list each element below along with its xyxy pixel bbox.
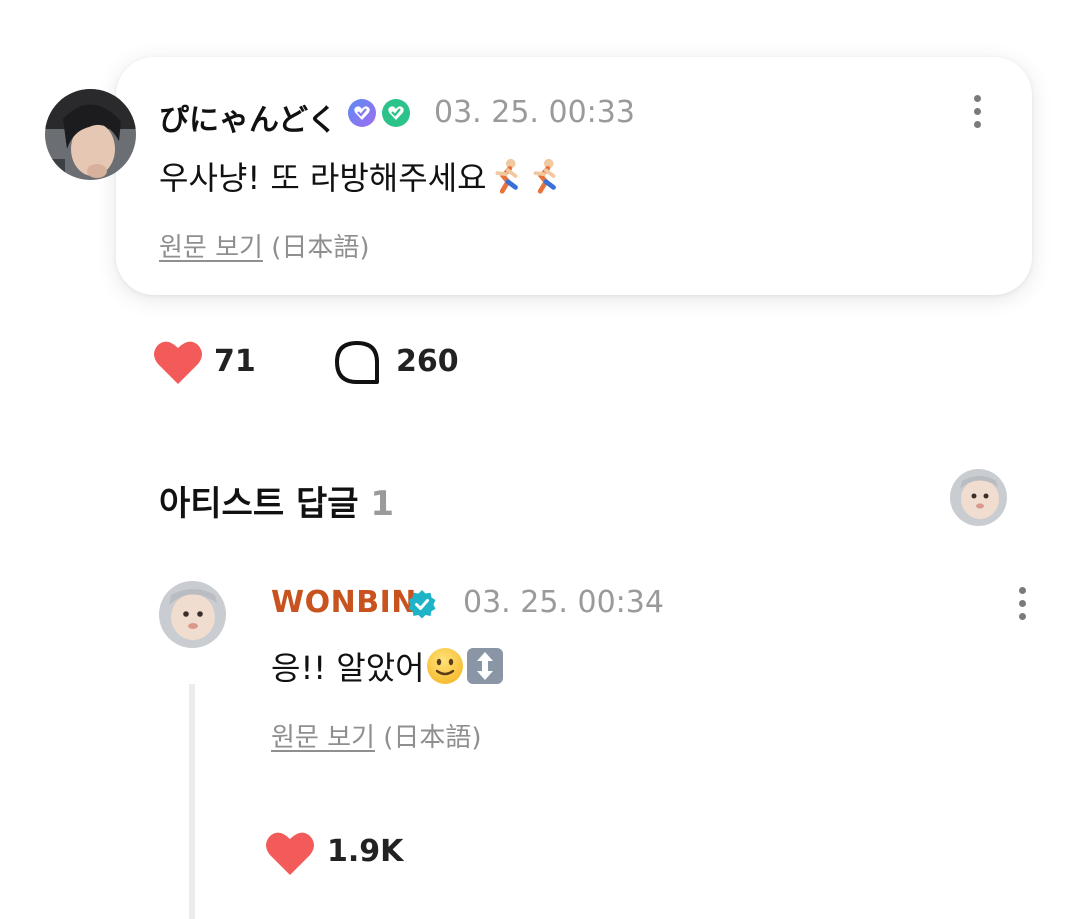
reply-author-name[interactable]: WONBIN (271, 585, 417, 620)
view-original-link[interactable]: 원문 보기 (159, 233, 263, 263)
badge-blue-heart-icon (347, 98, 377, 128)
reply-like-count: 1.9K (327, 834, 404, 869)
post-author-name[interactable]: ぴにゃんどく (159, 95, 337, 139)
reply-like-button[interactable] (264, 829, 316, 879)
artist-replies-count: 1 (370, 484, 395, 524)
up-down-arrow-emoji-icon (465, 646, 505, 694)
runner-emoji-icon (525, 157, 563, 203)
post-timestamp: 03. 25. 00:33 (434, 95, 635, 130)
smiling-face-emoji-icon (425, 646, 465, 694)
post-more-options-button[interactable] (962, 91, 992, 131)
post-author-avatar[interactable] (45, 89, 136, 180)
view-original-link[interactable]: 원문 보기 (271, 723, 375, 753)
post-reply-button[interactable] (333, 340, 381, 386)
post-text: 우사냥! 또 라방해주세요 (159, 159, 487, 197)
reply-more-options-button[interactable] (1007, 583, 1037, 623)
reply-author-avatar[interactable] (159, 581, 226, 648)
badge-green-heart-icon (381, 98, 411, 128)
heart-icon (154, 341, 202, 384)
more-options-icon (1018, 586, 1026, 594)
reply-body: 응!! 알았어 (271, 643, 505, 694)
more-options-icon (973, 94, 981, 102)
original-language-label: (日本語) (383, 723, 482, 753)
post-like-count: 71 (214, 344, 256, 379)
post-like-button[interactable] (152, 338, 204, 388)
verified-check-icon (407, 589, 437, 619)
reply-text: 응!! 알았어 (271, 649, 425, 687)
post-reply-count: 260 (396, 344, 459, 379)
reply-view-original[interactable]: 원문 보기 (日本語) (271, 717, 482, 754)
speech-bubble-icon (335, 341, 379, 384)
post-body: 우사냥! 또 라방해주세요 (159, 153, 563, 203)
original-language-label: (日本語) (271, 233, 370, 263)
artist-replies-title: 아티스트 답글 (159, 484, 359, 524)
reply-thread-line (189, 684, 195, 919)
runner-emoji-icon (487, 157, 525, 203)
artist-replies-header: 아티스트 답글 1 (159, 476, 394, 525)
heart-icon (266, 832, 314, 875)
post-view-original[interactable]: 원문 보기 (日本語) (159, 227, 370, 264)
reply-timestamp: 03. 25. 00:34 (463, 585, 664, 620)
artist-avatar-small[interactable] (950, 469, 1007, 526)
